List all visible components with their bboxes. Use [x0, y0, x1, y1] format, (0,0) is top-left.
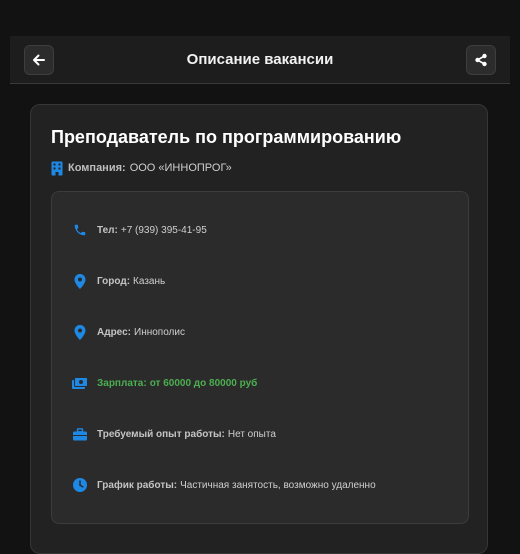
map-pin-icon [72, 273, 88, 289]
detail-value: Казань [133, 275, 166, 287]
detail-row-address: Адрес: Иннополис [72, 323, 185, 341]
briefcase-icon [72, 426, 88, 442]
detail-value: Нет опыта [227, 428, 276, 440]
detail-value: Иннополис [134, 326, 185, 338]
clock-icon [72, 477, 88, 493]
detail-label: Тел: [97, 224, 118, 236]
top-app-bar: Описание вакансии [10, 36, 510, 84]
detail-row-city: Город: Казань [72, 272, 165, 290]
detail-value: Частичная занятость, возможно удаленно [180, 479, 376, 491]
share-button[interactable] [466, 45, 496, 75]
detail-value: +7 (939) 395-41-95 [120, 224, 207, 236]
detail-label: Город: [97, 275, 131, 287]
detail-row-salary: Зарплата: от 60000 до 80000 руб [72, 374, 257, 392]
share-icon [475, 53, 487, 67]
detail-label: График работы: [97, 479, 178, 491]
page-title: Описание вакансии [186, 51, 334, 68]
building-icon [51, 161, 63, 175]
company-value: ООО «ИННОПРОГ» [129, 162, 232, 174]
vacancy-title: Преподаватель по программированию [51, 127, 402, 147]
money-icon [72, 375, 88, 391]
detail-label: Требуемый опыт работы: [97, 428, 225, 440]
detail-row-schedule: График работы: Частичная занятость, возм… [72, 476, 376, 494]
company-label: Компания: [68, 162, 126, 174]
vacancy-details: Тел: +7 (939) 395-41-95 Город: Казань Ад… [51, 191, 469, 524]
detail-value: от 60000 до 80000 руб [149, 377, 258, 389]
detail-label: Адрес: [97, 326, 131, 338]
company-info: Компания: ООО «ИННОПРОГ» [51, 160, 232, 176]
vacancy-card: Преподаватель по программированию Компан… [30, 104, 488, 554]
map-pin-icon [72, 324, 88, 340]
detail-row-experience: Требуемый опыт работы: Нет опыта [72, 425, 276, 443]
detail-label: Зарплата: [97, 377, 147, 389]
phone-icon [72, 222, 88, 238]
detail-row-phone: Тел: +7 (939) 395-41-95 [72, 221, 207, 239]
